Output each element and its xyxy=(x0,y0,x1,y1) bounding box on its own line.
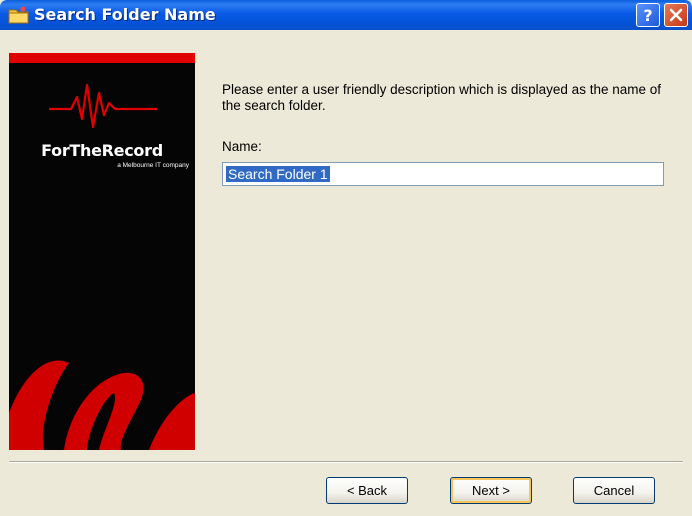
search-folder-icon xyxy=(8,6,29,24)
name-label: Name: xyxy=(222,139,262,154)
help-button[interactable]: ? xyxy=(636,3,660,27)
title-bar[interactable]: Search Folder Name ? xyxy=(0,0,692,30)
back-button[interactable]: < Back xyxy=(326,477,408,504)
sidebar-red-bar xyxy=(9,53,195,63)
svg-text:?: ? xyxy=(643,6,652,25)
cancel-button-label: Cancel xyxy=(593,483,635,498)
wizard-window: Search Folder Name ? ForTheRecord a Melb… xyxy=(0,0,692,516)
question-mark-icon: ? xyxy=(643,6,652,25)
brand-name: ForTheRecord xyxy=(41,141,163,160)
waveform-logo-icon xyxy=(49,83,157,129)
name-input[interactable]: Search Folder 1 xyxy=(222,162,664,186)
wizard-sidebar-banner: ForTheRecord a Melbourne IT company xyxy=(9,53,195,450)
close-button[interactable] xyxy=(664,3,688,27)
window-title: Search Folder Name xyxy=(34,5,216,24)
name-input-value: Search Folder 1 xyxy=(226,166,330,182)
next-button-label: Next > xyxy=(472,483,510,498)
instruction-text: Please enter a user friendly description… xyxy=(222,82,661,113)
red-swoosh-graphic xyxy=(9,360,195,450)
brand-tagline: a Melbourne IT company xyxy=(117,162,189,169)
button-divider xyxy=(9,461,683,463)
close-x-icon xyxy=(669,8,683,22)
next-button[interactable]: Next > xyxy=(450,477,532,504)
cancel-button[interactable]: Cancel xyxy=(573,477,655,504)
back-button-label: < Back xyxy=(346,483,388,498)
